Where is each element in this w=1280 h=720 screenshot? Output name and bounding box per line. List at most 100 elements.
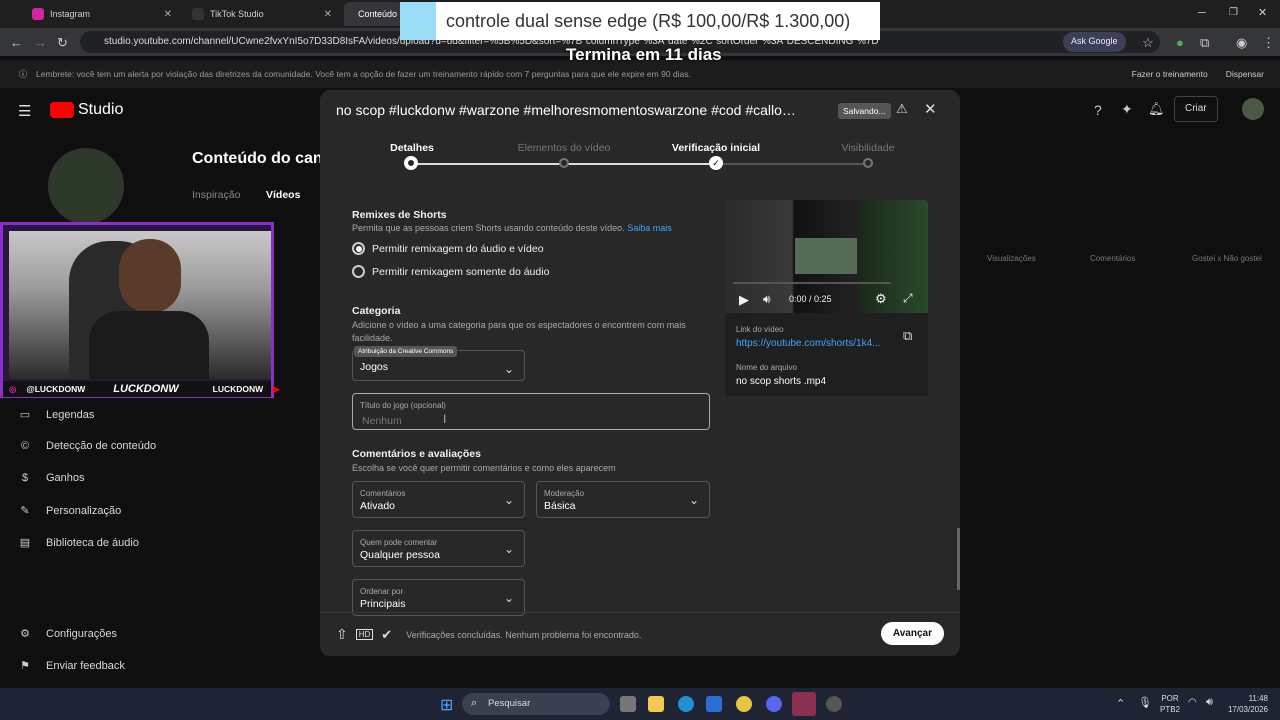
sidebar-item-settings[interactable]: ⚙ Configurações xyxy=(18,627,117,641)
bookmark-star-icon[interactable]: ☆ xyxy=(1142,35,1154,51)
step-dot-details xyxy=(404,156,418,170)
next-button[interactable]: Avançar xyxy=(880,622,944,645)
stream-goal-overlay: controle dual sense edge (R$ 100,00/R$ 1… xyxy=(400,2,880,40)
tab-youtube-studio[interactable]: Conteúdo xyxy=(344,2,404,26)
taskbar-search[interactable]: ⌕ Pesquisar xyxy=(462,693,610,715)
sidebar-item-customization[interactable]: ✎ Personalização xyxy=(18,504,121,518)
discord-icon[interactable] xyxy=(766,696,782,712)
extensions-puzzle-icon[interactable]: ⧉ xyxy=(1200,35,1209,51)
upload-icon: ⇧ xyxy=(336,626,348,642)
webcam-overlay: ◎ @LUCKDONW LUCKDONW LUCKDONW ▶ xyxy=(0,222,280,398)
volume-icon[interactable]: 🔊︎ xyxy=(763,292,771,307)
remix-audio-only-radio[interactable]: Permitir remixagem somente do áudio xyxy=(352,265,549,278)
help-icon[interactable]: ? xyxy=(1094,102,1102,118)
sparkle-icon[interactable]: ✦ xyxy=(1121,101,1133,118)
window-close-icon[interactable]: ✕ xyxy=(1258,6,1267,19)
copy-icon[interactable]: ⧉ xyxy=(903,328,912,344)
menu-icon[interactable]: ⋮ xyxy=(1262,35,1275,51)
wifi-icon[interactable]: ◠ xyxy=(1188,697,1197,708)
info-icon: ⓘ xyxy=(18,69,28,79)
step-details[interactable]: Detalhes xyxy=(347,142,477,154)
tooltip: Atribuição da Creative Commons xyxy=(354,346,458,357)
extension-icon[interactable]: ● xyxy=(1176,35,1184,50)
microphone-icon[interactable]: 🎙︎ xyxy=(1138,696,1152,709)
reload-icon[interactable]: ↻ xyxy=(57,35,68,51)
radio-checked xyxy=(352,242,365,255)
edge-icon[interactable] xyxy=(678,696,694,712)
step-video-elements[interactable]: Elementos do vídeo xyxy=(499,142,629,154)
scrollbar[interactable] xyxy=(957,528,960,590)
report-issue-icon[interactable]: ⚠ xyxy=(896,101,908,117)
create-label: Criar xyxy=(1185,103,1207,114)
who-can-comment-select[interactable]: Quem pode comentar Qualquer pessoa ⌄ xyxy=(352,530,525,567)
play-icon[interactable]: ▶ xyxy=(739,292,749,308)
youtube-logo-icon[interactable] xyxy=(50,102,74,118)
volume-icon[interactable]: 🔊︎ xyxy=(1206,696,1213,709)
goal-text: controle dual sense edge (R$ 100,00/R$ 1… xyxy=(446,10,851,31)
task-view-icon[interactable] xyxy=(620,696,636,712)
upload-details-dialog: no scop #luckdonw #warzone #melhoresmome… xyxy=(320,90,960,656)
tab-videos[interactable]: Vídeos xyxy=(266,189,300,201)
sort-by-select[interactable]: Ordenar por Principais ⌄ xyxy=(352,579,525,616)
sidebar-item-label: Configurações xyxy=(46,627,117,640)
bell-icon[interactable]: 🔔︎ xyxy=(1148,101,1165,117)
sidebar-item-audio-library[interactable]: ▤ Biblioteca de áudio xyxy=(18,536,139,550)
windows-start-icon[interactable]: ⊞ xyxy=(440,695,453,715)
step-checks[interactable]: Verificação inicial xyxy=(651,142,781,154)
comments-select[interactable]: Comentários Ativado ⌄ xyxy=(352,481,525,518)
sidebar-item-feedback[interactable]: ⚑ Enviar feedback xyxy=(18,659,125,673)
account-avatar[interactable] xyxy=(1242,98,1264,120)
dismiss-button[interactable]: Dispensar xyxy=(1226,69,1264,79)
language-indicator[interactable]: POR PTB2 xyxy=(1160,693,1180,715)
game-title-label: Título do jogo (opcional) xyxy=(360,401,446,410)
chevron-down-icon: ⌄ xyxy=(503,542,514,556)
step-visibility[interactable]: Visibilidade xyxy=(803,142,933,154)
ask-google-button[interactable]: Ask Google xyxy=(1063,32,1126,52)
tab-tiktok[interactable]: TikTok Studio ✕ xyxy=(184,2,340,26)
maximize-icon[interactable]: ❐ xyxy=(1229,7,1238,18)
video-progress-bar[interactable] xyxy=(733,282,891,284)
windows-taskbar: ⊞ ⌕ Pesquisar ⌃ 🎙︎ POR PTB2 ◠ 🔊︎ 11:48 17/… xyxy=(0,688,1280,720)
clock[interactable]: 11:48 17/03/2026 xyxy=(1226,693,1268,715)
sidebar-item-earn[interactable]: $ Ganhos xyxy=(18,472,85,484)
steam-icon[interactable] xyxy=(826,696,842,712)
file-explorer-icon[interactable] xyxy=(648,696,664,712)
fullscreen-icon[interactable]: ⤢ xyxy=(903,291,913,306)
back-icon[interactable]: ← xyxy=(10,35,23,50)
column-header-comments[interactable]: Comentários xyxy=(1090,254,1135,263)
studio-logo-text[interactable]: Studio xyxy=(78,101,123,119)
take-training-button[interactable]: Fazer o treinamento xyxy=(1132,69,1208,79)
field-value: Qualquer pessoa xyxy=(360,549,440,561)
profile-avatar[interactable]: ◉ xyxy=(1236,35,1247,51)
video-link[interactable]: https://youtube.com/shorts/1k4... xyxy=(736,338,881,349)
minimize-icon[interactable]: ─ xyxy=(1198,7,1206,19)
video-preview-card: ▶ 🔊︎ 0:00 / 0:25 ⚙ ⤢ Link do vídeo https… xyxy=(725,200,928,396)
tray-chevron-icon[interactable]: ⌃ xyxy=(1116,697,1125,710)
close-icon[interactable]: ✕ xyxy=(324,9,332,20)
moderation-select[interactable]: Moderação Básica ⌄ xyxy=(536,481,710,518)
feedback-icon: ⚑ xyxy=(20,660,30,672)
close-icon[interactable]: ✕ xyxy=(164,9,172,20)
store-icon[interactable] xyxy=(706,696,722,712)
category-value: Jogos xyxy=(360,361,389,373)
close-icon[interactable]: ✕ xyxy=(924,100,937,118)
sidebar-item-content-detection[interactable]: © Detecção de conteúdo xyxy=(18,440,156,452)
webcam-name: LUCKDONW xyxy=(113,383,179,395)
remix-audio-video-radio[interactable]: Permitir remixagem do áudio e vídeo xyxy=(352,242,544,255)
obs-app-icon[interactable] xyxy=(792,692,816,716)
ask-google-label: Ask Google xyxy=(1071,36,1118,46)
forward-icon[interactable]: → xyxy=(34,35,47,50)
create-button[interactable]: Criar xyxy=(1174,96,1218,122)
tab-label: Instagram xyxy=(50,9,91,19)
column-header-views[interactable]: Visualizações xyxy=(987,254,1036,263)
chrome-icon[interactable] xyxy=(736,696,752,712)
chevron-down-icon: ⌄ xyxy=(503,591,514,605)
learn-more-link[interactable]: Saiba mais xyxy=(627,223,672,233)
tab-instagram[interactable]: Instagram ✕ xyxy=(24,2,180,26)
tab-inspiration[interactable]: Inspiração xyxy=(192,189,240,201)
column-header-likes[interactable]: Gostei x Não gostei xyxy=(1192,254,1262,263)
game-title-input[interactable]: Título do jogo (opcional) Nenhum I xyxy=(352,393,710,430)
sidebar-item-subtitles[interactable]: ▭ Legendas xyxy=(18,408,95,422)
hamburger-menu-icon[interactable]: ☰ xyxy=(18,102,31,120)
gear-icon[interactable]: ⚙ xyxy=(875,291,887,307)
